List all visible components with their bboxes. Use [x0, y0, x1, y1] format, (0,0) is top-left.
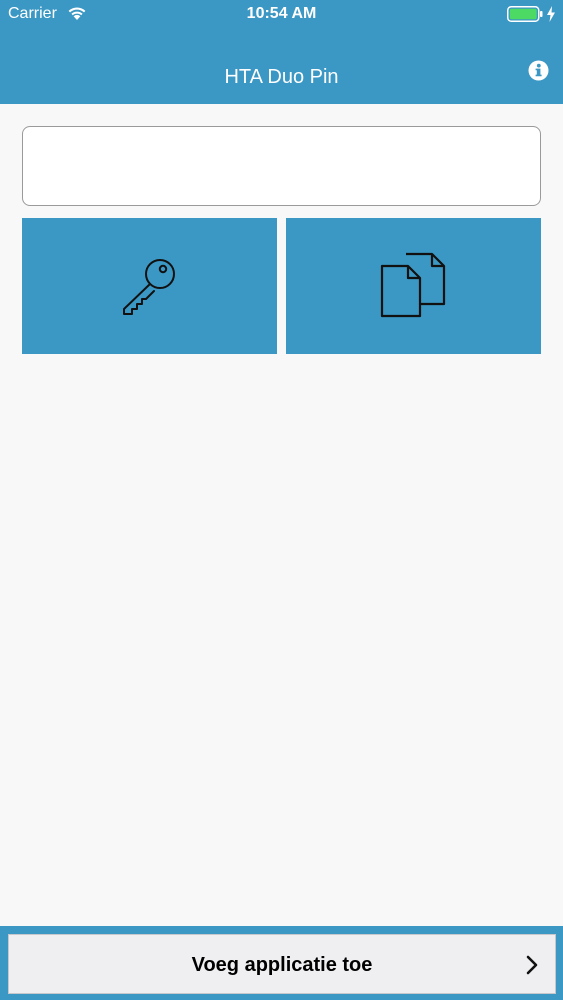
generate-key-button[interactable] — [22, 218, 277, 354]
key-icon — [122, 259, 175, 315]
chevron-right-icon — [526, 955, 538, 975]
page-title: HTA Duo Pin — [224, 66, 339, 88]
copy-icon — [380, 252, 445, 318]
status-bar: Carrier 10:54 AM — [0, 0, 563, 30]
battery-icon — [507, 6, 543, 22]
info-icon[interactable] — [528, 60, 549, 81]
add-application-button[interactable]: Voeg applicatie toe — [8, 934, 556, 994]
pin-input[interactable] — [22, 126, 541, 206]
add-application-label: Voeg applicatie toe — [191, 954, 373, 976]
charging-bolt-icon — [547, 6, 555, 22]
clock: 10:54 AM — [246, 5, 317, 22]
navigation-header: Carrier 10:54 AM HTA Duo Pin — [0, 0, 563, 104]
copy-button[interactable] — [286, 218, 541, 354]
